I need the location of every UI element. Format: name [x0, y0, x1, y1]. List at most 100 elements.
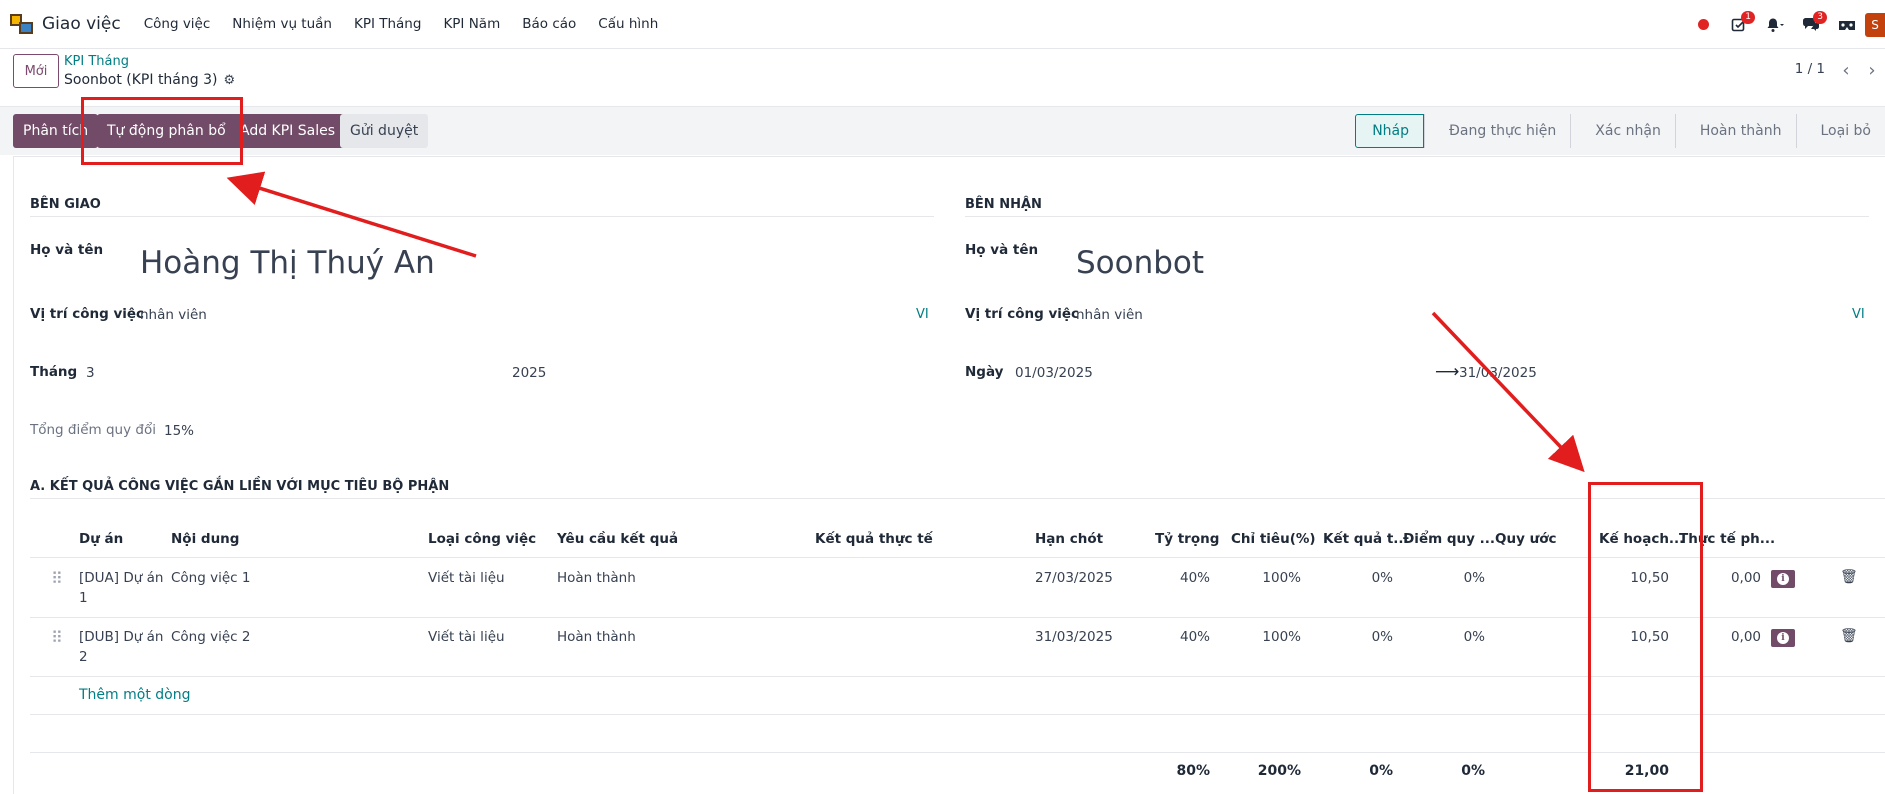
assigner-name-label: Họ và tên	[30, 242, 104, 258]
row1-result[interactable]: 0%	[1323, 570, 1393, 586]
pager-next-icon[interactable]: ›	[1859, 57, 1885, 83]
receiver-date-label: Ngày	[965, 364, 1004, 380]
user-avatar[interactable]: S	[1865, 12, 1885, 37]
row1-content[interactable]: Công việc 1	[171, 570, 250, 586]
assigner-month-field[interactable]: 3	[86, 365, 95, 381]
row2-weight[interactable]: 40%	[1140, 629, 1210, 645]
menu-item-cong-viec[interactable]: Công việc	[133, 16, 222, 32]
col-header-result[interactable]: Kết quả t...	[1323, 531, 1409, 547]
arrow-right-icon: ⟶	[1435, 362, 1460, 382]
assigner-section-title: BÊN GIAO	[30, 197, 101, 212]
assigner-position-field[interactable]: nhân viên	[140, 307, 207, 323]
pager-value[interactable]: 1 / 1	[1795, 61, 1825, 77]
row2-type[interactable]: Viết tài liệu	[428, 629, 505, 645]
col-header-actual-result[interactable]: Kết quả thực tế	[815, 531, 933, 547]
row2-requirement[interactable]: Hoàn thành	[557, 629, 636, 645]
vr-button[interactable]	[1829, 18, 1865, 32]
record-title: Soonbot (KPI tháng 3) ⚙	[64, 72, 235, 88]
row1-target[interactable]: 100%	[1231, 570, 1301, 586]
row1-info-button[interactable]: i	[1771, 570, 1795, 588]
row2-content[interactable]: Công việc 2	[171, 629, 250, 645]
action-bar: Phân tích Tự động phân bổ Add KPI Sales …	[0, 107, 1885, 155]
assigner-name-field[interactable]: Hoàng Thị Thuý An	[140, 245, 435, 281]
row2-score[interactable]: 0%	[1415, 629, 1485, 645]
add-kpi-sales-button[interactable]: Add KPI Sales	[230, 114, 346, 148]
row1-deadline[interactable]: 27/03/2025	[1035, 570, 1113, 586]
row2-info-button[interactable]: i	[1771, 629, 1795, 647]
submit-button[interactable]: Gửi duyệt	[340, 114, 429, 148]
row1-score[interactable]: 0%	[1415, 570, 1485, 586]
receiver-date-to-field[interactable]: 31/03/2025	[1459, 365, 1537, 381]
col-header-deadline[interactable]: Hạn chót	[1035, 531, 1103, 547]
col-header-weight[interactable]: Tỷ trọng	[1155, 531, 1219, 547]
info-icon: i	[1777, 632, 1789, 644]
stage-cancel[interactable]: Loại bỏ	[1795, 114, 1885, 148]
row2-target[interactable]: 100%	[1231, 629, 1301, 645]
total-score: 0%	[1461, 763, 1485, 779]
col-header-project[interactable]: Dự án	[79, 531, 123, 547]
assigner-lang-button[interactable]: VI	[916, 307, 929, 322]
stage-in-progress[interactable]: Đang thực hiện	[1424, 114, 1571, 148]
assigner-month-label: Tháng	[30, 364, 78, 380]
assigner-score-value: 15%	[164, 423, 195, 439]
col-header-requirement[interactable]: Yêu cầu kết quả	[557, 531, 678, 547]
assigner-year-field[interactable]: 2025	[512, 365, 546, 381]
row2-project-line1[interactable]: [DUB] Dự án	[79, 629, 163, 645]
app-name: Giao việc	[42, 14, 121, 34]
systray: 1 3 S	[1685, 0, 1885, 49]
drag-handle-icon[interactable]: ⠿	[51, 569, 63, 588]
drag-handle-icon[interactable]: ⠿	[51, 628, 63, 647]
row2-delete-icon[interactable]: 🗑	[1840, 628, 1858, 644]
row1-weight[interactable]: 40%	[1140, 570, 1210, 586]
gear-icon[interactable]: ⚙	[223, 73, 235, 88]
activity-badge: 1	[1741, 10, 1755, 24]
app-brand[interactable]: Giao việc	[10, 12, 133, 36]
row1-requirement[interactable]: Hoàn thành	[557, 570, 636, 586]
receiver-section-title: BÊN NHẬN	[965, 197, 1042, 212]
menu-item-kpi-nam[interactable]: KPI Năm	[432, 16, 511, 32]
menu-item-bao-cao[interactable]: Báo cáo	[511, 16, 587, 32]
stage-draft[interactable]: Nháp	[1355, 114, 1425, 148]
receiver-name-field[interactable]: Soonbot	[1076, 245, 1204, 281]
breadcrumb[interactable]: KPI Tháng	[64, 54, 129, 69]
app-logo-icon	[10, 12, 34, 36]
new-button[interactable]: Mới	[13, 54, 59, 88]
add-line-link[interactable]: Thêm một dòng	[79, 687, 190, 703]
col-header-type[interactable]: Loại công việc	[428, 531, 536, 547]
pager-prev-icon[interactable]: ‹	[1833, 57, 1859, 83]
row2-deadline[interactable]: 31/03/2025	[1035, 629, 1113, 645]
col-header-score[interactable]: Điểm quy ...	[1403, 531, 1495, 547]
record-dot-icon	[1697, 19, 1709, 30]
bell-icon	[1767, 18, 1784, 32]
row1-project-line2: 1	[79, 590, 88, 606]
receiver-date-from-field[interactable]: 01/03/2025	[1015, 365, 1093, 381]
stage-done[interactable]: Hoàn thành	[1674, 114, 1796, 148]
messages-badge: 3	[1813, 10, 1827, 24]
notifications-button[interactable]	[1757, 17, 1793, 33]
section-a-title: A. KẾT QUẢ CÔNG VIỆC GẮN LIỀN VỚI MỤC TI…	[30, 479, 450, 494]
row2-result[interactable]: 0%	[1323, 629, 1393, 645]
col-header-target[interactable]: Chỉ tiêu(%)	[1231, 531, 1316, 547]
activity-button[interactable]: 1	[1721, 10, 1757, 33]
status-bar: Nháp Đang thực hiện Xác nhận Hoàn thành …	[1355, 114, 1885, 148]
row1-project-line1[interactable]: [DUA] Dự án	[79, 570, 163, 586]
assigner-divider	[30, 216, 934, 217]
receiver-position-label: Vị trí công việc	[965, 306, 1080, 322]
col-header-content[interactable]: Nội dung	[171, 531, 239, 547]
main-menu: Công việc Nhiệm vụ tuần KPI Tháng KPI Nă…	[133, 16, 670, 32]
receiver-name-label: Họ và tên	[965, 242, 1039, 258]
stage-confirm[interactable]: Xác nhận	[1570, 114, 1675, 148]
receiver-lang-button[interactable]: VI	[1852, 307, 1865, 322]
record-indicator[interactable]	[1685, 19, 1721, 30]
col-header-convention[interactable]: Quy ước	[1495, 531, 1556, 547]
menu-item-nhiem-vu-tuan[interactable]: Nhiệm vụ tuần	[221, 16, 343, 32]
row1-type[interactable]: Viết tài liệu	[428, 570, 505, 586]
total-weight: 80%	[1176, 763, 1210, 779]
menu-item-cau-hinh[interactable]: Cấu hình	[587, 16, 669, 32]
menu-item-kpi-thang[interactable]: KPI Tháng	[343, 16, 432, 32]
total-target: 200%	[1257, 763, 1301, 779]
messages-button[interactable]: 3	[1793, 10, 1829, 33]
receiver-position-field[interactable]: nhân viên	[1076, 307, 1143, 323]
receiver-divider	[965, 216, 1869, 217]
row1-delete-icon[interactable]: 🗑	[1840, 569, 1858, 585]
